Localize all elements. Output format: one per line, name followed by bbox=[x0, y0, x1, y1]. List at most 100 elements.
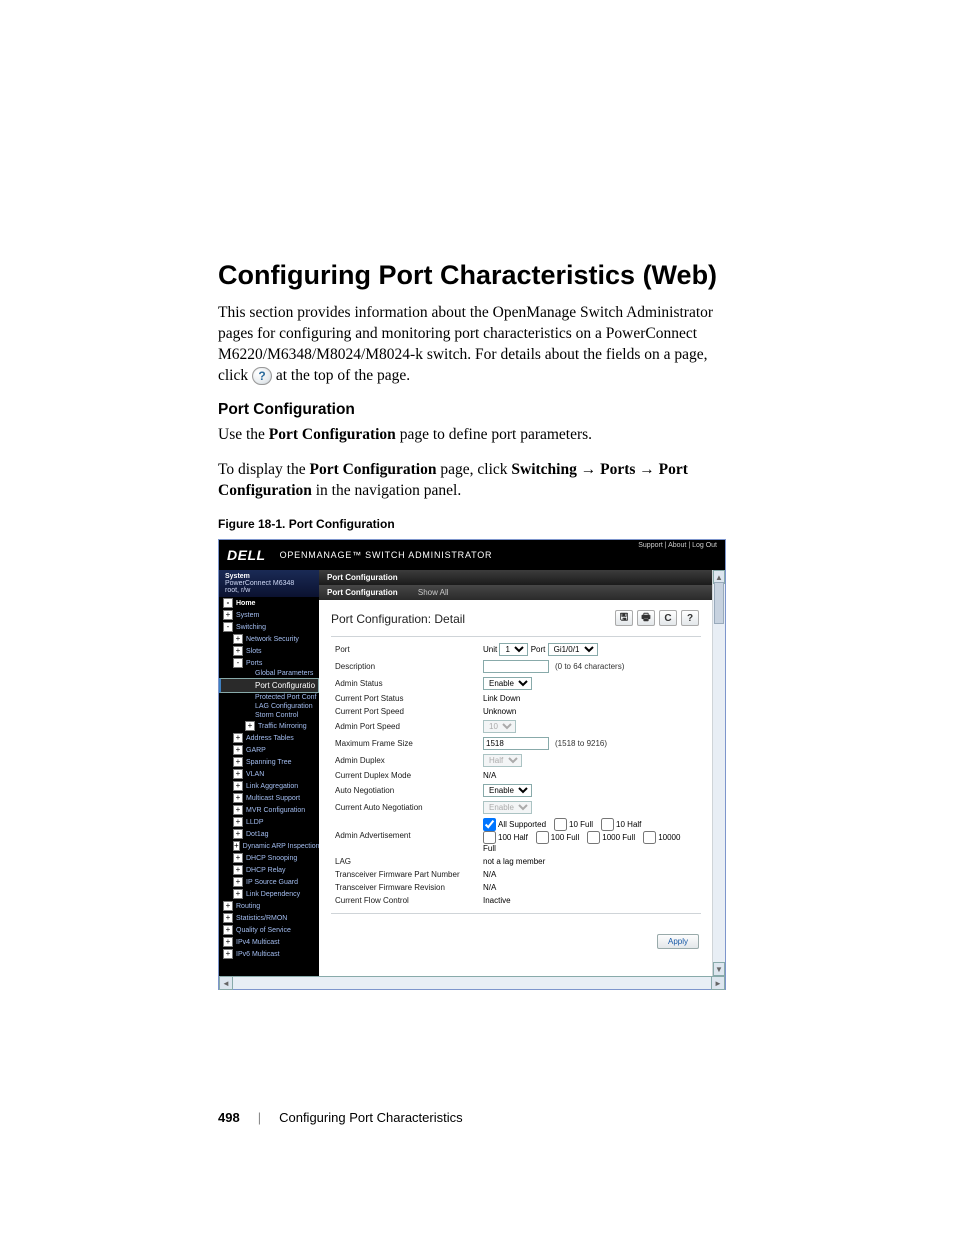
sidebar-item[interactable]: Spanning Tree bbox=[219, 756, 319, 768]
sidebar-item[interactable]: IPv4 Multicast bbox=[219, 936, 319, 948]
plus-icon[interactable] bbox=[233, 733, 243, 743]
plus-icon[interactable] bbox=[223, 937, 233, 947]
plus-icon[interactable] bbox=[233, 793, 243, 803]
plus-icon[interactable] bbox=[223, 610, 233, 620]
plus-icon[interactable] bbox=[233, 646, 243, 656]
plus-icon[interactable] bbox=[245, 721, 255, 731]
sidebar-item[interactable]: Traffic Mirroring bbox=[219, 720, 319, 732]
sidebar-item[interactable]: Quality of Service bbox=[219, 924, 319, 936]
sidebar-item[interactable]: LLDP bbox=[219, 816, 319, 828]
adv-checkbox[interactable] bbox=[587, 831, 600, 844]
adv-option[interactable]: 1000 Full bbox=[587, 833, 635, 842]
sidebar-item[interactable]: Protected Port Conf bbox=[219, 693, 319, 702]
sidebar-item[interactable]: Statistics/RMON bbox=[219, 912, 319, 924]
sidebar-item[interactable]: Storm Control bbox=[219, 711, 319, 720]
sidebar-item[interactable]: Link Aggregation bbox=[219, 780, 319, 792]
plus-icon[interactable] bbox=[233, 889, 243, 899]
plus-icon[interactable] bbox=[233, 877, 243, 887]
adv-option[interactable]: 100 Full bbox=[536, 833, 579, 842]
max-frame-input[interactable] bbox=[483, 737, 549, 750]
sidebar-item[interactable]: Slots bbox=[219, 645, 319, 657]
adv-option[interactable]: 10 Half bbox=[601, 820, 641, 829]
sidebar-item-label: Protected Port Conf bbox=[255, 694, 316, 701]
adv-option[interactable]: 100 Half bbox=[483, 833, 528, 842]
p2: To display the Port Configuration page, … bbox=[218, 460, 736, 502]
plus-icon[interactable] bbox=[233, 865, 243, 875]
plus-icon[interactable] bbox=[223, 925, 233, 935]
sidebar-item[interactable]: Home bbox=[219, 597, 319, 609]
adv-checkbox[interactable] bbox=[536, 831, 549, 844]
sidebar-item[interactable]: MVR Configuration bbox=[219, 804, 319, 816]
sidebar-item[interactable]: Link Dependency bbox=[219, 888, 319, 900]
plus-icon[interactable] bbox=[233, 829, 243, 839]
sidebar-item-label: Link Dependency bbox=[246, 891, 300, 898]
sidebar-item[interactable]: Address Tables bbox=[219, 732, 319, 744]
scroll-thumb[interactable] bbox=[714, 582, 724, 624]
admin-status-select[interactable]: Enable bbox=[483, 677, 532, 690]
sidebar-item-label: Switching bbox=[236, 624, 266, 631]
label-admin-adv: Admin Advertisement bbox=[331, 816, 479, 855]
sidebar-item[interactable]: Network Security bbox=[219, 633, 319, 645]
unit-select[interactable]: 1 bbox=[499, 643, 528, 656]
adv-checkbox[interactable] bbox=[554, 818, 567, 831]
port-select[interactable]: Gi1/0/1 bbox=[548, 643, 598, 656]
sidebar-item[interactable]: GARP bbox=[219, 744, 319, 756]
plus-icon[interactable] bbox=[223, 913, 233, 923]
scroll-down-icon[interactable]: ▼ bbox=[713, 962, 725, 976]
plus-icon[interactable] bbox=[233, 781, 243, 791]
sidebar-item[interactable]: DHCP Relay bbox=[219, 864, 319, 876]
adv-checkbox[interactable] bbox=[643, 831, 656, 844]
content-scrollbar[interactable]: ▲ ▼ bbox=[712, 570, 725, 976]
plus-icon[interactable] bbox=[233, 805, 243, 815]
plus-icon[interactable] bbox=[233, 757, 243, 767]
save-icon[interactable]: 🖫 bbox=[615, 610, 633, 626]
sidebar-item[interactable]: LAG Configuration bbox=[219, 702, 319, 711]
tab-show-all[interactable]: Show All bbox=[418, 588, 449, 597]
scroll-right-icon[interactable]: ► bbox=[711, 976, 725, 990]
sidebar-item[interactable]: Switching bbox=[219, 621, 319, 633]
sidebar-item[interactable]: Ports bbox=[219, 657, 319, 669]
adv-option[interactable]: All Supported bbox=[483, 820, 546, 829]
plus-icon[interactable] bbox=[233, 634, 243, 644]
adv-checkbox[interactable] bbox=[601, 818, 614, 831]
print-icon[interactable]: 🖶 bbox=[637, 610, 655, 626]
adv-checkbox[interactable] bbox=[483, 831, 496, 844]
adv-option[interactable]: 10 Full bbox=[554, 820, 593, 829]
value-current-port-speed: Unknown bbox=[479, 705, 701, 718]
plus-icon[interactable] bbox=[233, 745, 243, 755]
adv-option-label: All Supported bbox=[498, 820, 546, 829]
plus-icon[interactable] bbox=[233, 817, 243, 827]
minus-icon[interactable] bbox=[233, 658, 243, 668]
auto-neg-select[interactable]: Enable bbox=[483, 784, 532, 797]
top-links[interactable]: Support | About | Log Out bbox=[638, 542, 717, 549]
sidebar-item[interactable]: System bbox=[219, 609, 319, 621]
sidebar-item[interactable]: Routing bbox=[219, 900, 319, 912]
plus-icon[interactable] bbox=[233, 841, 240, 851]
plus-icon[interactable] bbox=[233, 853, 243, 863]
plus-icon[interactable] bbox=[233, 769, 243, 779]
sidebar-item[interactable]: Dot1ag bbox=[219, 828, 319, 840]
adv-checkbox[interactable] bbox=[483, 818, 496, 831]
tab-port-configuration[interactable]: Port Configuration bbox=[327, 588, 398, 597]
label-current-port-speed: Current Port Speed bbox=[331, 705, 479, 718]
sidebar-item[interactable]: IP Source Guard bbox=[219, 876, 319, 888]
help-button-icon[interactable]: ? bbox=[681, 610, 699, 626]
sidebar-item[interactable]: Multicast Support bbox=[219, 792, 319, 804]
refresh-icon[interactable]: C bbox=[659, 610, 677, 626]
plus-icon[interactable] bbox=[223, 949, 233, 959]
sidebar-horizontal-scrollbar[interactable]: ◄ ► bbox=[219, 976, 725, 989]
sidebar-item[interactable]: IPv6 Multicast bbox=[219, 948, 319, 960]
window-title-bar: DELL OPENMANAGE™ SWITCH ADMINISTRATOR Su… bbox=[219, 540, 725, 570]
apply-button[interactable]: Apply bbox=[657, 934, 699, 949]
description-input[interactable] bbox=[483, 660, 549, 673]
sidebar-item[interactable]: DHCP Snooping bbox=[219, 852, 319, 864]
scroll-left-icon[interactable]: ◄ bbox=[219, 976, 233, 990]
plus-icon[interactable] bbox=[223, 901, 233, 911]
label-admin-port-speed: Admin Port Speed bbox=[331, 718, 479, 735]
minus-icon[interactable] bbox=[223, 598, 233, 608]
sidebar-item[interactable]: Port Configuratio bbox=[219, 678, 319, 693]
minus-icon[interactable] bbox=[223, 622, 233, 632]
sidebar-item[interactable]: Global Parameters bbox=[219, 669, 319, 678]
sidebar-item[interactable]: Dynamic ARP Inspection bbox=[219, 840, 319, 852]
sidebar-item[interactable]: VLAN bbox=[219, 768, 319, 780]
